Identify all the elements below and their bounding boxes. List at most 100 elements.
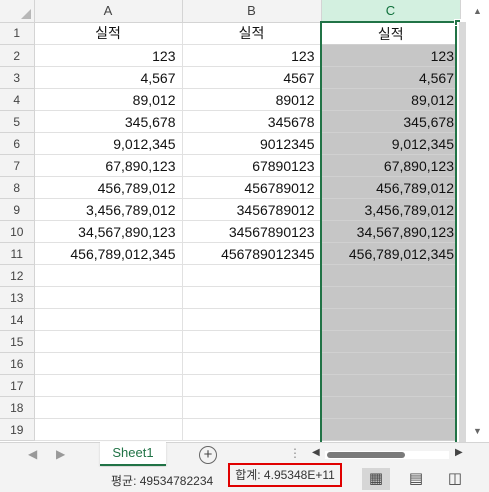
cell-A6[interactable]: 9,012,345 — [34, 132, 183, 155]
row-header[interactable]: 1 — [0, 22, 35, 45]
cell-C9[interactable]: 3,456,789,012 — [321, 198, 460, 221]
horizontal-scrollbar-thumb[interactable] — [327, 452, 405, 458]
table-row: 10 34,567,890,123 34567890123 34,567,890,12… — [0, 220, 460, 243]
cell-C4[interactable]: 89,012 — [321, 88, 460, 111]
select-all-button[interactable] — [0, 0, 35, 23]
scroll-right-icon[interactable]: ▶ — [455, 447, 463, 458]
row-header[interactable]: 7 — [0, 154, 35, 177]
cell-B5[interactable]: 345678 — [182, 110, 322, 133]
cell-A4[interactable]: 89,012 — [34, 88, 183, 111]
page-layout-icon[interactable]: ▤ — [402, 468, 430, 490]
cell-B9[interactable]: 3456789012 — [182, 198, 322, 221]
row-header[interactable]: 8 — [0, 176, 35, 199]
cell-B14[interactable] — [182, 308, 322, 331]
cell-C16[interactable] — [321, 352, 460, 375]
row-header[interactable]: 16 — [0, 352, 35, 375]
cell-C2[interactable]: 123 — [321, 44, 460, 67]
cell-C5[interactable]: 345,678 — [321, 110, 460, 133]
column-header-c[interactable]: C — [321, 0, 461, 23]
cell-B15[interactable] — [182, 330, 322, 353]
cell-A16[interactable] — [34, 352, 183, 375]
spreadsheet-grid[interactable]: A B C 1 실적 실적 실적 2 123 123 123 3 4,567 4567 4,567 4 8… — [0, 0, 461, 441]
cell-B12[interactable] — [182, 264, 322, 287]
cell-B10[interactable]: 34567890123 — [182, 220, 322, 243]
row-header[interactable]: 3 — [0, 66, 35, 89]
cell-A14[interactable] — [34, 308, 183, 331]
cell-C15[interactable] — [321, 330, 460, 353]
cell-C12[interactable] — [321, 264, 460, 287]
cell-A1[interactable]: 실적 — [34, 22, 183, 45]
row-header[interactable]: 5 — [0, 110, 35, 133]
cell-A17[interactable] — [34, 374, 183, 397]
cell-A10[interactable]: 34,567,890,123 — [34, 220, 183, 243]
previous-sheet-icon[interactable]: ◀ — [28, 447, 37, 461]
vertical-scrollbar-thumb[interactable] — [459, 22, 466, 442]
cell-A11[interactable]: 456,789,012,345 — [34, 242, 183, 265]
cell-C19[interactable] — [321, 418, 460, 441]
cell-A12[interactable] — [34, 264, 183, 287]
vertical-scroll-track[interactable]: ▲ ▼ — [468, 0, 489, 442]
cell-C18[interactable] — [321, 396, 460, 419]
cell-A18[interactable] — [34, 396, 183, 419]
row-header[interactable]: 15 — [0, 330, 35, 353]
row-header[interactable]: 6 — [0, 132, 35, 155]
cell-C13[interactable] — [321, 286, 460, 309]
row-header[interactable]: 4 — [0, 88, 35, 111]
cell-B8[interactable]: 456789012 — [182, 176, 322, 199]
cell-B13[interactable] — [182, 286, 322, 309]
column-header-b[interactable]: B — [182, 0, 322, 23]
cell-B16[interactable] — [182, 352, 322, 375]
column-header-a[interactable]: A — [34, 0, 183, 23]
sheet-tab-sheet1[interactable]: Sheet1 — [100, 442, 166, 466]
cell-B6[interactable]: 9012345 — [182, 132, 322, 155]
plus-circle-icon[interactable]: + — [199, 446, 217, 464]
cell-A2[interactable]: 123 — [34, 44, 183, 67]
row-header[interactable]: 12 — [0, 264, 35, 287]
status-average[interactable]: 평균: 49534782234 — [111, 472, 213, 489]
row-header[interactable]: 2 — [0, 44, 35, 67]
cell-A7[interactable]: 67,890,123 — [34, 154, 183, 177]
row-header[interactable]: 11 — [0, 242, 35, 265]
cell-C6[interactable]: 9,012,345 — [321, 132, 460, 155]
cell-B1[interactable]: 실적 — [182, 22, 322, 45]
cell-B11[interactable]: 456789012345 — [182, 242, 322, 265]
cell-C3[interactable]: 4,567 — [321, 66, 460, 89]
cell-B18[interactable] — [182, 396, 322, 419]
cell-B3[interactable]: 4567 — [182, 66, 322, 89]
scroll-up-icon[interactable]: ▲ — [473, 6, 482, 16]
cell-B19[interactable] — [182, 418, 322, 441]
cell-A3[interactable]: 4,567 — [34, 66, 183, 89]
cell-A5[interactable]: 345,678 — [34, 110, 183, 133]
page-break-preview-icon[interactable]: ◫ — [441, 468, 469, 490]
cell-C1[interactable]: 실적 — [321, 22, 460, 45]
normal-view-icon[interactable]: ▦ — [362, 468, 390, 490]
cell-B2[interactable]: 123 — [182, 44, 322, 67]
cell-B17[interactable] — [182, 374, 322, 397]
cell-C7[interactable]: 67,890,123 — [321, 154, 460, 177]
cell-B7[interactable]: 67890123 — [182, 154, 322, 177]
cell-A8[interactable]: 456,789,012 — [34, 176, 183, 199]
vertical-scrollbar[interactable] — [457, 22, 468, 442]
cell-A15[interactable] — [34, 330, 183, 353]
cell-A9[interactable]: 3,456,789,012 — [34, 198, 183, 221]
status-sum[interactable]: 합계: 4.95348E+11 — [228, 463, 342, 487]
row-header[interactable]: 17 — [0, 374, 35, 397]
cell-C14[interactable] — [321, 308, 460, 331]
cell-B4[interactable]: 89012 — [182, 88, 322, 111]
row-header[interactable]: 14 — [0, 308, 35, 331]
cell-C8[interactable]: 456,789,012 — [321, 176, 460, 199]
row-header[interactable]: 18 — [0, 396, 35, 419]
vertical-dots-icon[interactable]: ⋮ — [289, 446, 301, 460]
next-sheet-icon[interactable]: ▶ — [56, 447, 65, 461]
scroll-left-icon[interactable]: ◀ — [312, 447, 320, 458]
row-header[interactable]: 9 — [0, 198, 35, 221]
cell-A13[interactable] — [34, 286, 183, 309]
row-header[interactable]: 13 — [0, 286, 35, 309]
row-header[interactable]: 10 — [0, 220, 35, 243]
cell-A19[interactable] — [34, 418, 183, 441]
cell-C11[interactable]: 456,789,012,345 — [321, 242, 460, 265]
row-header[interactable]: 19 — [0, 418, 35, 441]
cell-C17[interactable] — [321, 374, 460, 397]
cell-C10[interactable]: 34,567,890,123 — [321, 220, 460, 243]
scroll-down-icon[interactable]: ▼ — [473, 426, 482, 436]
